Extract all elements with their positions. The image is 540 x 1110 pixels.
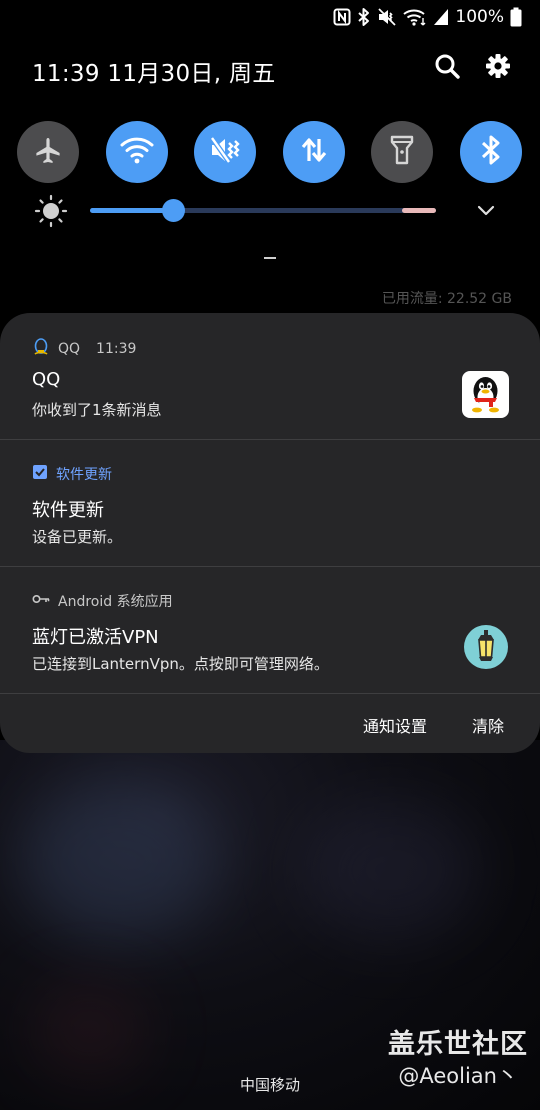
signal-icon: E (433, 7, 449, 27)
notification-header: QQ 11:39 (32, 337, 136, 361)
qq-small-icon (32, 337, 50, 361)
expand-button[interactable] (474, 198, 498, 222)
carrier-name: 中国移动 (239, 1076, 300, 1094)
notification-text: 设备已更新。 (32, 528, 123, 546)
notification-software-update[interactable]: 软件更新 软件更新 设备已更新。 (0, 440, 540, 566)
notification-header: 软件更新 (32, 464, 112, 484)
search-icon (434, 53, 460, 83)
notification-qq[interactable]: QQ 11:39 QQ 你收到了1条新消息 (0, 313, 540, 439)
bluetooth-toggle[interactable] (460, 121, 522, 183)
notification-title: 蓝灯已激活VPN (32, 627, 159, 648)
watermark-site: 盖乐世社区 (388, 1029, 528, 1060)
notification-settings-button[interactable]: 通知设置 (363, 713, 427, 737)
vibrate-mute-icon (209, 135, 241, 169)
notification-app-name: QQ (58, 341, 81, 357)
brightness-icon (34, 194, 68, 232)
notification-title: 软件更新 (32, 500, 104, 521)
search-button[interactable] (427, 48, 467, 88)
battery-icon (510, 7, 522, 27)
lantern-icon (464, 625, 508, 669)
wifi-status-icon (403, 7, 427, 27)
notification-title: QQ (32, 369, 61, 390)
qq-penguin-icon (462, 371, 509, 418)
settings-button[interactable] (478, 48, 518, 88)
mute-status-icon (377, 7, 397, 27)
notification-time: 11:39 (96, 341, 137, 357)
notification-text: 已连接到LanternVpn。点按即可管理网络。 (32, 655, 329, 673)
airplane-toggle[interactable] (17, 121, 79, 183)
chevron-down-icon (474, 205, 498, 226)
wifi-icon (120, 135, 154, 169)
mobile-data-toggle[interactable] (283, 121, 345, 183)
brightness-slider-thumb[interactable] (162, 199, 185, 222)
notification-vpn[interactable]: Android 系统应用 蓝灯已激活VPN 已连接到LanternVpn。点按即… (0, 567, 540, 693)
notification-header: Android 系统应用 (32, 591, 173, 611)
nfc-icon (333, 8, 351, 26)
notification-app-name: 软件更新 (56, 467, 112, 483)
status-icons: E 100% (333, 4, 522, 30)
checkbox-icon (32, 464, 48, 484)
airplane-icon (33, 135, 63, 169)
data-arrows-icon (299, 135, 329, 169)
clear-all-button[interactable]: 清除 (472, 713, 504, 737)
brightness-max-marker (402, 208, 436, 213)
drag-handle[interactable] (264, 257, 276, 259)
notification-panel: QQ 11:39 QQ 你收到了1条新消息 软件更新 软件更新 设备已更新。 A… (0, 313, 540, 753)
notification-divider (0, 693, 540, 694)
svg-text:E: E (434, 10, 438, 18)
gear-icon (485, 53, 511, 83)
bluetooth-status-icon (357, 7, 371, 27)
flashlight-icon (389, 134, 415, 170)
notification-app-name: Android 系统应用 (58, 594, 173, 610)
date-time: 11:39 11月30日, 周五 (32, 61, 276, 87)
wifi-toggle[interactable] (106, 121, 168, 183)
bluetooth-icon (480, 134, 502, 170)
data-usage-text: 已用流量: 22.52 GB (381, 291, 512, 307)
battery-percent: 100% (455, 7, 504, 27)
key-icon (32, 593, 50, 609)
status-bar: E 100% (0, 0, 540, 34)
mute-toggle[interactable] (194, 121, 256, 183)
flashlight-toggle[interactable] (371, 121, 433, 183)
notification-text: 你收到了1条新消息 (32, 401, 162, 419)
